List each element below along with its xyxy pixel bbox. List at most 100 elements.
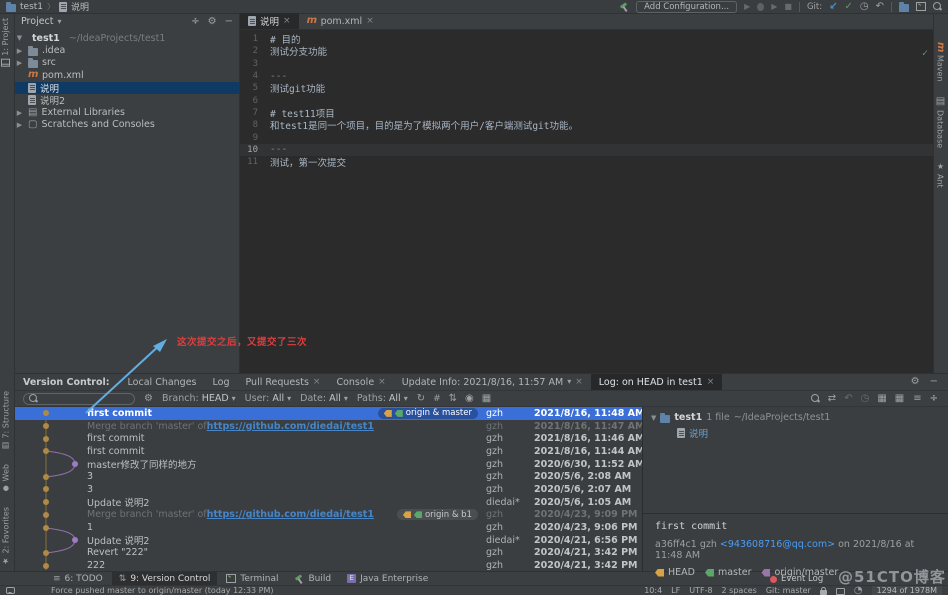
log-row[interactable]: Merge branch 'master' of https://github.… xyxy=(15,509,642,522)
editor-tab[interactable]: 说明 xyxy=(240,13,299,29)
changed-file-row[interactable]: 说明 xyxy=(677,426,940,440)
bottom-bar-item[interactable]: Build xyxy=(287,572,338,585)
project-tree-row[interactable]: ▶ External Libraries xyxy=(15,106,239,118)
project-panel-title[interactable]: Project xyxy=(21,16,54,27)
hide-panel-icon[interactable] xyxy=(225,17,233,27)
tool-stripe-favorites[interactable]: 2: Favorites xyxy=(1,507,11,565)
gear-icon[interactable] xyxy=(208,17,217,27)
git-commit-icon[interactable] xyxy=(844,2,852,12)
lock-icon[interactable] xyxy=(819,587,827,595)
file-encoding[interactable]: UTF-8 xyxy=(689,586,712,595)
git-branch-widget[interactable]: Git: master xyxy=(766,586,811,595)
close-icon[interactable] xyxy=(313,377,321,387)
compare-branches-icon[interactable] xyxy=(828,394,836,404)
event-log-button[interactable]: Event Log xyxy=(770,574,823,584)
debug-icon[interactable] xyxy=(757,2,765,11)
commit-message-link[interactable]: https://github.com/diedai/test1 xyxy=(207,509,374,520)
close-icon[interactable] xyxy=(366,16,374,26)
log-row[interactable]: Revert "222" gzh 2020/4/21, 3:42 PM xyxy=(15,547,642,560)
vc-tab[interactable]: Log xyxy=(205,374,238,390)
project-tree-row[interactable]: ▶ Scratches and Consoles xyxy=(15,119,239,131)
editor-tab[interactable]: pom.xml xyxy=(299,13,382,29)
log-row[interactable]: Merge branch 'master' of https://github.… xyxy=(15,420,642,433)
project-tree-row[interactable]: 说明2 xyxy=(15,94,239,106)
history-icon[interactable] xyxy=(861,394,870,404)
vc-tab[interactable]: Console xyxy=(328,374,393,390)
tree-arrow-icon[interactable]: ▶ xyxy=(15,109,24,117)
commit-author-email[interactable]: <943608716@qq.com> xyxy=(720,539,835,550)
gear-icon[interactable] xyxy=(911,377,920,387)
inspections-ok-icon[interactable] xyxy=(922,49,928,59)
project-tree-row[interactable]: 说明 xyxy=(15,81,239,94)
memory-indicator[interactable]: 1294 of 1978M xyxy=(871,586,942,595)
build-project-icon[interactable] xyxy=(619,2,629,12)
remote-host-icon[interactable] xyxy=(899,1,909,12)
project-tree-row[interactable]: ▶ .idea xyxy=(15,44,239,56)
match-case-icon[interactable] xyxy=(810,394,820,403)
screen-reader-icon[interactable] xyxy=(835,588,845,595)
rollback-icon[interactable] xyxy=(844,394,852,404)
tool-stripe-web[interactable]: Web xyxy=(1,464,11,492)
user-filter[interactable]: User: All xyxy=(245,393,291,404)
log-row[interactable]: first commit gzh 2021/8/16, 11:44 AM xyxy=(15,445,642,458)
sort-icon[interactable] xyxy=(449,394,457,404)
terminal-icon[interactable] xyxy=(916,2,926,11)
log-row[interactable]: Update 说明2 diedai* 2020/4/21, 6:56 PM xyxy=(15,534,642,547)
log-row[interactable]: 1 gzh 2020/4/23, 9:06 PM xyxy=(15,521,642,534)
tool-stripe-structure[interactable]: 7: Structure xyxy=(1,391,11,451)
project-tree-row[interactable]: ▼ test1 ~/IdeaProjects/test1 xyxy=(15,32,239,44)
caret-position[interactable]: 10:4 xyxy=(644,586,662,595)
event-bubble-icon[interactable] xyxy=(6,587,15,594)
log-row[interactable]: first commit gzh 2021/8/16, 11:46 AM xyxy=(15,432,642,445)
date-filter[interactable]: Date: All xyxy=(300,393,348,404)
vc-tab[interactable]: Update Info: 2021/8/16, 11:57 AM xyxy=(394,374,591,390)
tree-arrow-icon[interactable]: ▼ xyxy=(15,34,24,42)
status-message[interactable]: Force pushed master to origin/master (to… xyxy=(51,586,274,595)
tool-stripe-project[interactable]: 1: Project xyxy=(1,18,10,69)
layout-icon[interactable] xyxy=(895,394,904,404)
git-history-icon[interactable] xyxy=(860,2,869,12)
bottom-bar-item[interactable]: Java Enterprise xyxy=(340,572,435,585)
close-icon[interactable] xyxy=(378,377,386,387)
select-opened-file-icon[interactable] xyxy=(191,17,199,27)
paths-filter[interactable]: Paths: All xyxy=(357,393,408,404)
search-everywhere-icon[interactable] xyxy=(933,2,942,11)
log-search-field[interactable] xyxy=(23,392,135,405)
coverage-icon[interactable] xyxy=(771,2,777,12)
log-row[interactable]: master修改了同样的地方 gzh 2020/6/30, 11:52 AM xyxy=(15,458,642,471)
breadcrumb-file[interactable]: 说明 xyxy=(71,0,89,13)
commit-hash[interactable]: a36ff4c1 xyxy=(655,539,697,550)
log-search-input[interactable] xyxy=(41,393,129,404)
tree-arrow-icon[interactable]: ▶ xyxy=(15,59,24,67)
tool-stripe-database[interactable]: Database xyxy=(935,96,945,148)
tree-arrow-icon[interactable]: ▶ xyxy=(15,47,24,55)
ref-label[interactable]: HEAD xyxy=(655,567,695,578)
log-settings-icon[interactable] xyxy=(144,394,153,404)
run-configuration-select[interactable]: Add Configuration... xyxy=(636,0,738,13)
bottom-bar-item[interactable]: 9: Version Control xyxy=(111,572,218,585)
close-icon[interactable] xyxy=(575,377,583,387)
bottom-bar-item[interactable]: Terminal xyxy=(219,572,285,585)
refresh-icon[interactable] xyxy=(417,394,425,404)
group-by-icon[interactable] xyxy=(877,394,886,404)
intelli-sort-icon[interactable] xyxy=(482,394,491,404)
collapse-all-icon[interactable] xyxy=(913,394,921,404)
tool-stripe-maven[interactable]: Maven xyxy=(935,42,945,82)
editor-content[interactable]: 1 # 目的 2 测试分支功能 3 4 --- 5 测试git功能 6 7 # … xyxy=(240,30,933,373)
close-icon[interactable] xyxy=(707,377,715,387)
chevron-down-icon[interactable] xyxy=(567,377,571,387)
log-row[interactable]: first commit origin & master gzh 2021/8/… xyxy=(15,407,642,420)
bottom-bar-item[interactable]: 6: TODO xyxy=(46,572,110,585)
stop-icon[interactable] xyxy=(784,2,792,12)
log-row[interactable]: 222 gzh 2020/4/21, 3:42 PM xyxy=(15,559,642,571)
line-separator[interactable]: LF xyxy=(671,586,680,595)
tree-arrow-icon[interactable]: ▼ xyxy=(651,414,656,422)
chevron-down-icon[interactable] xyxy=(58,17,62,27)
breadcrumb-project[interactable]: test1 xyxy=(20,2,43,12)
vc-tab[interactable]: Local Changes xyxy=(120,374,205,390)
run-icon[interactable] xyxy=(744,2,750,12)
ref-label[interactable]: master xyxy=(704,567,751,578)
project-tree-row[interactable]: pom.xml xyxy=(15,69,239,81)
git-rollback-icon[interactable] xyxy=(876,2,884,12)
indent-style[interactable]: 2 spaces xyxy=(722,586,757,595)
